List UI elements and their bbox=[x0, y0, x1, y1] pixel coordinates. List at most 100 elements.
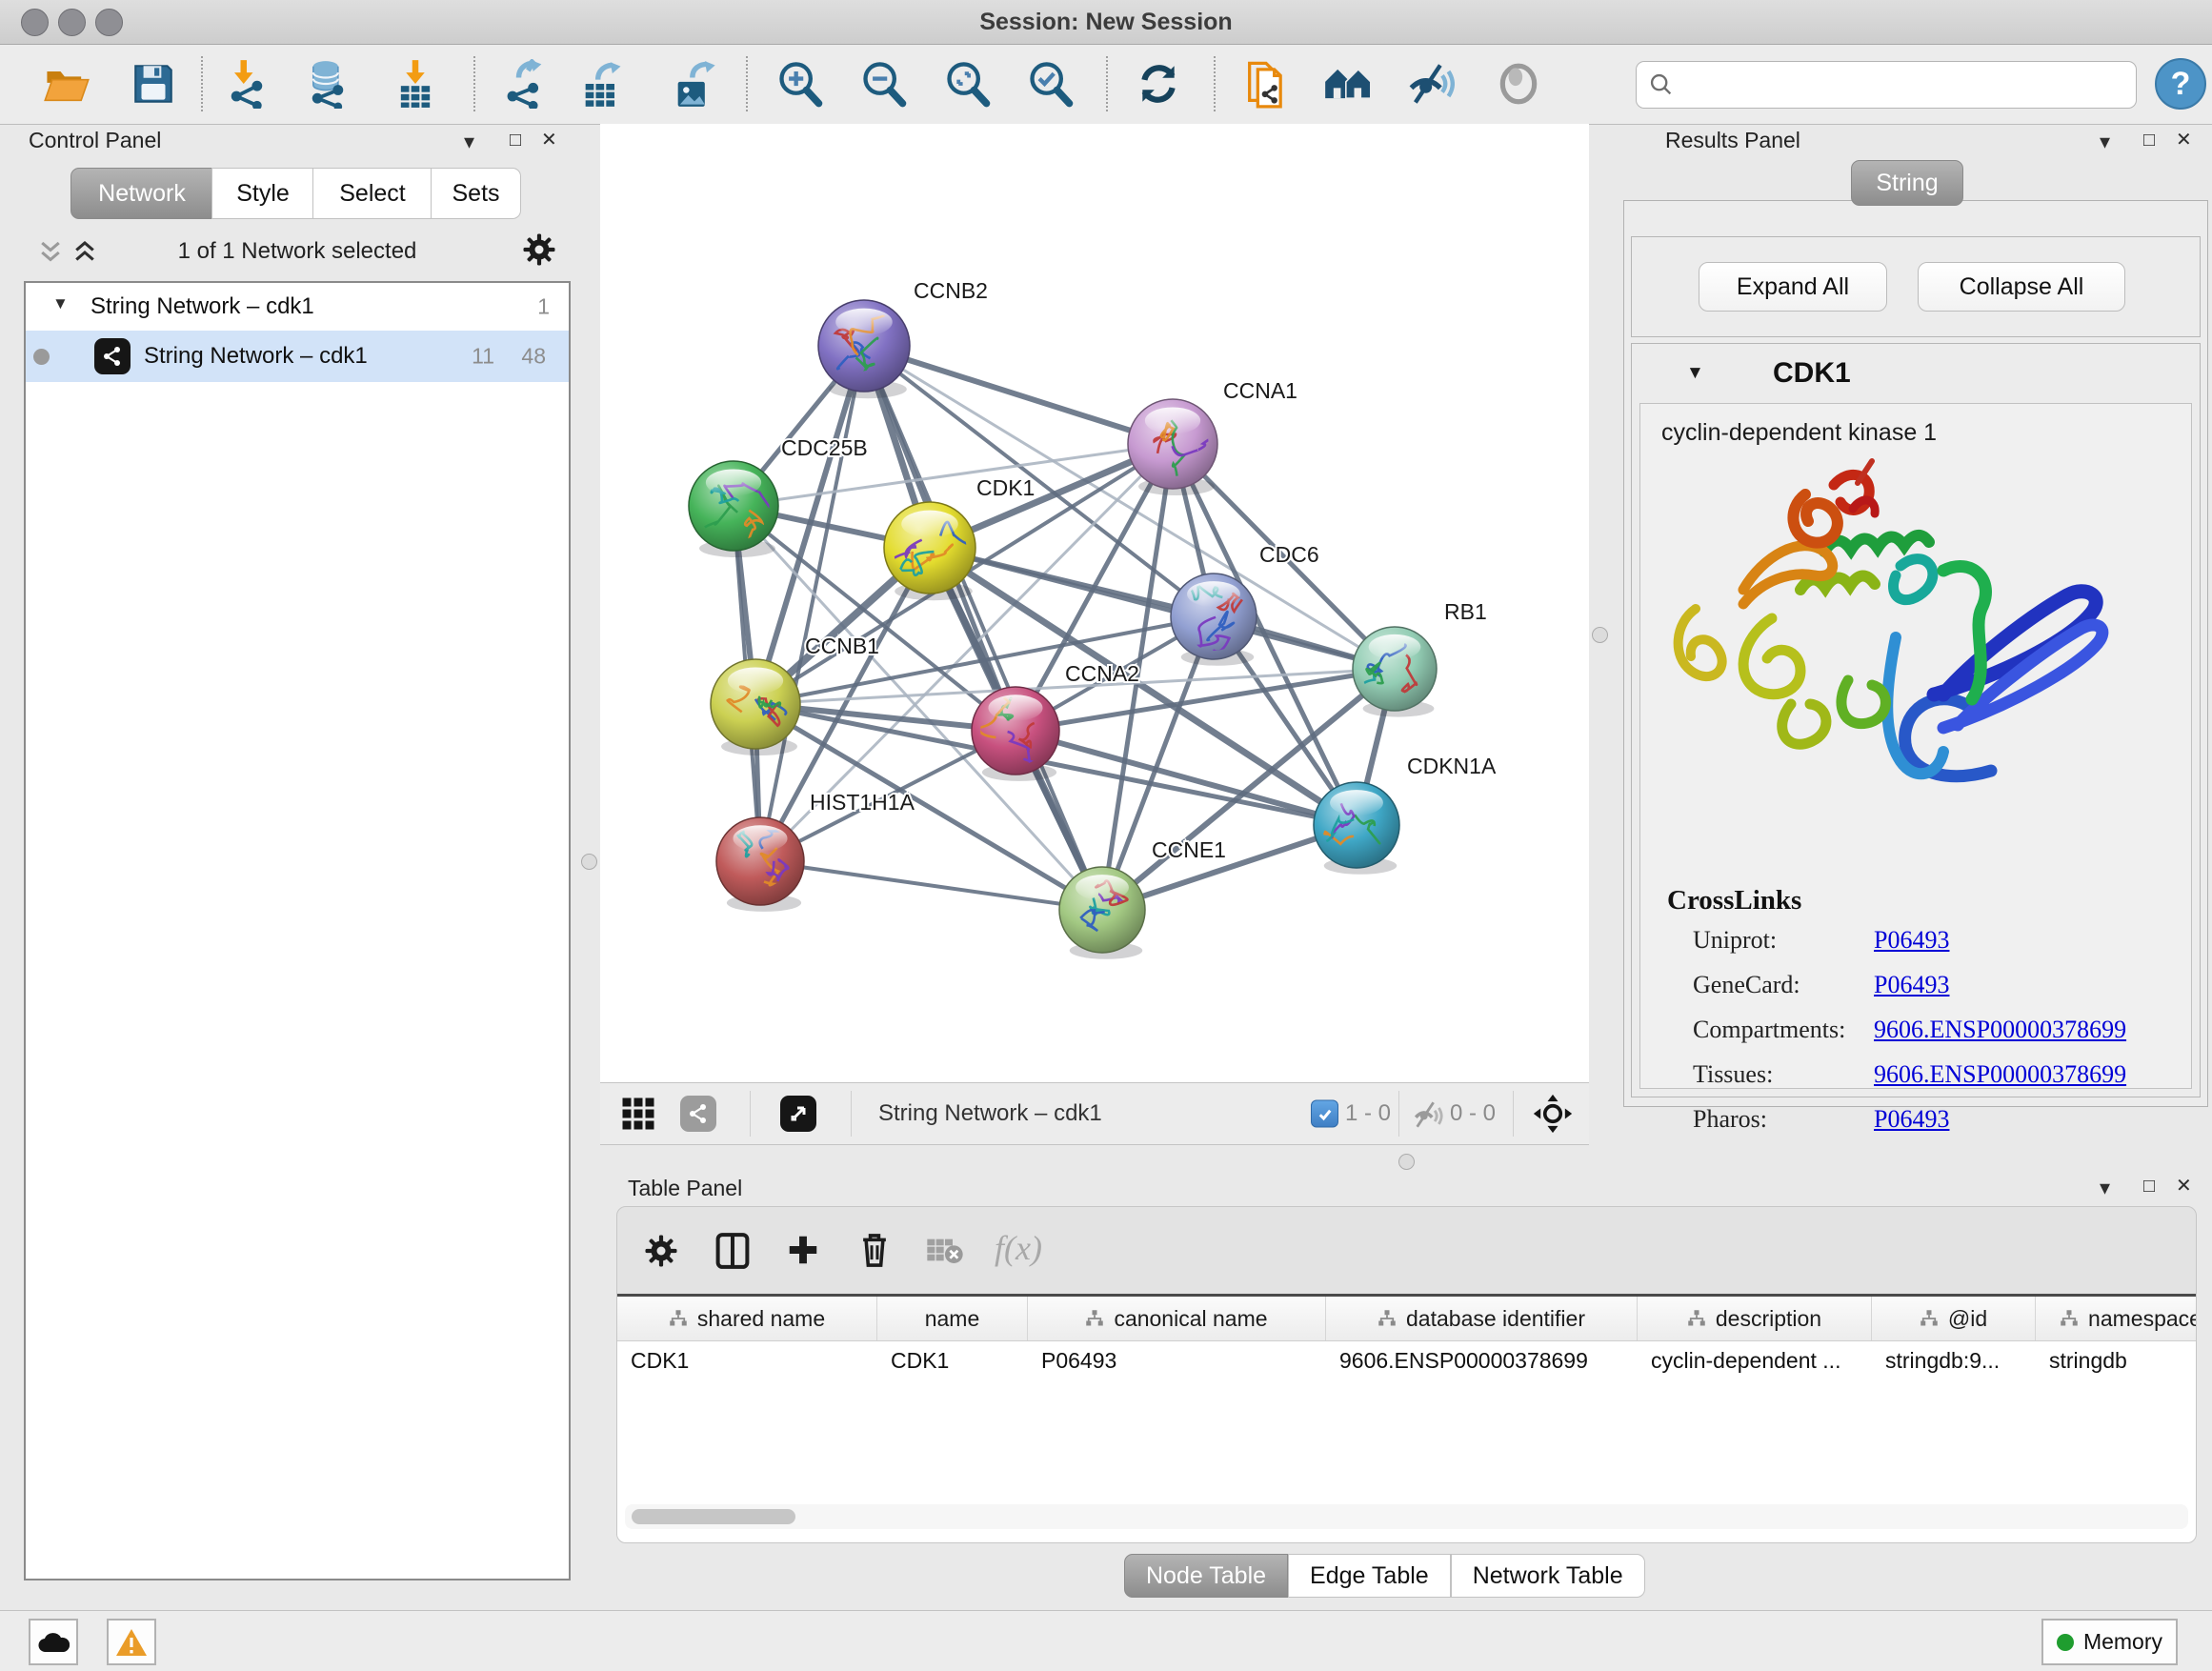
node-gloss bbox=[1145, 407, 1200, 433]
function-builder-button[interactable]: f(x) bbox=[995, 1228, 1042, 1268]
delete-columns-button[interactable] bbox=[857, 1230, 892, 1273]
export-image-button[interactable] bbox=[666, 52, 723, 115]
crosslink-link[interactable]: 9606.ENSP00000378699 bbox=[1874, 1016, 2126, 1044]
node-label: HIST1H1A bbox=[810, 790, 915, 815]
scrollbar-thumb[interactable] bbox=[632, 1509, 795, 1524]
column-header-canonical-name[interactable]: canonical name bbox=[1028, 1297, 1326, 1340]
table-cell[interactable]: 9606.ENSP00000378699 bbox=[1326, 1340, 1638, 1380]
table-tabs: Node Table Edge Table Network Table bbox=[1124, 1554, 1645, 1598]
string-document-button[interactable] bbox=[1237, 52, 1295, 115]
table-horizontal-scrollbar[interactable] bbox=[625, 1504, 2188, 1529]
create-column-button[interactable] bbox=[785, 1232, 821, 1273]
import-table-button[interactable] bbox=[387, 52, 444, 115]
expand-all-button[interactable]: Expand All bbox=[1699, 262, 1887, 312]
control-panel-title: Control Panel bbox=[29, 128, 161, 153]
table-panel-close-button[interactable]: ✕ bbox=[2176, 1177, 2192, 1196]
show-graphics-details-button[interactable] bbox=[1490, 52, 1547, 115]
tab-sets[interactable]: Sets bbox=[431, 168, 521, 219]
table-cell[interactable]: P06493 bbox=[1028, 1340, 1326, 1380]
cloud-icon bbox=[37, 1630, 70, 1655]
vertical-splitter-handle[interactable] bbox=[581, 854, 597, 870]
crosslink-label: Pharos: bbox=[1693, 1105, 1874, 1134]
table-cell[interactable]: CDK1 bbox=[617, 1340, 877, 1380]
refresh-button[interactable] bbox=[1130, 52, 1187, 115]
vertical-splitter-handle[interactable] bbox=[1592, 627, 1608, 643]
import-network-from-database-button[interactable] bbox=[299, 52, 356, 115]
table-cell[interactable]: cyclin-dependent ... bbox=[1638, 1340, 1872, 1380]
tab-edge-table[interactable]: Edge Table bbox=[1288, 1554, 1451, 1598]
search-field[interactable] bbox=[1636, 61, 2137, 109]
column-header-description[interactable]: description bbox=[1638, 1297, 1872, 1340]
crosslink-link[interactable]: P06493 bbox=[1874, 926, 1949, 955]
hide-unhide-button[interactable] bbox=[1401, 52, 1458, 115]
expander-icon[interactable]: ▼ bbox=[52, 294, 69, 313]
export-table-button[interactable] bbox=[573, 52, 631, 115]
crosslink-link[interactable]: P06493 bbox=[1874, 1105, 1949, 1134]
control-panel-float-menu[interactable]: ▾ bbox=[464, 131, 474, 152]
network-edge[interactable] bbox=[864, 346, 1173, 444]
network-list-options-button[interactable] bbox=[522, 232, 556, 272]
search-input[interactable] bbox=[1682, 70, 2124, 99]
collapse-all-button[interactable]: Collapse All bbox=[1918, 262, 2125, 312]
results-panel-float-button[interactable]: □ bbox=[2143, 131, 2155, 150]
toolbar-separator bbox=[1214, 56, 1216, 111]
home-button[interactable] bbox=[1319, 52, 1377, 115]
delete-table-button[interactable] bbox=[926, 1238, 964, 1271]
cloud-status-button[interactable] bbox=[29, 1619, 78, 1665]
column-header-database-identifier[interactable]: database identifier bbox=[1326, 1297, 1638, 1340]
network-edge[interactable] bbox=[760, 346, 864, 861]
warnings-button[interactable] bbox=[107, 1619, 156, 1665]
export-network-button[interactable] bbox=[496, 52, 553, 115]
zoom-out-button[interactable] bbox=[855, 52, 913, 115]
network-share-toggle[interactable] bbox=[680, 1096, 716, 1132]
collapse-all-networks-button[interactable] bbox=[36, 238, 65, 272]
table-cell[interactable]: stringdb:9... bbox=[1872, 1340, 2036, 1380]
network-canvas[interactable]: CCNB2CCNA1CDC25BCDK1CDC6RB1CCNB1CCNA2CDK… bbox=[600, 124, 1589, 1082]
entry-expander-icon[interactable]: ▼ bbox=[1686, 363, 1704, 384]
crosslink-link[interactable]: 9606.ENSP00000378699 bbox=[1874, 1060, 2126, 1089]
zoom-fit-button[interactable] bbox=[939, 52, 996, 115]
control-panel-float-button[interactable]: □ bbox=[510, 131, 521, 150]
table-cell[interactable]: stringdb bbox=[2036, 1340, 2197, 1380]
string-network-icon bbox=[94, 338, 131, 374]
entry-description: cyclin-dependent kinase 1 bbox=[1661, 419, 1937, 447]
results-panel-close-button[interactable]: ✕ bbox=[2176, 131, 2192, 150]
network-collection-row[interactable]: ▼ String Network – cdk1 1 bbox=[26, 283, 569, 331]
table-panel-float-button[interactable]: □ bbox=[2143, 1177, 2155, 1196]
selected-checkbox-icon[interactable] bbox=[1311, 1100, 1338, 1128]
table-panel-float-menu[interactable]: ▾ bbox=[2100, 1178, 2110, 1198]
crosslink-link[interactable]: P06493 bbox=[1874, 971, 1949, 999]
crosslink-row: Compartments:9606.ENSP00000378699 bbox=[1693, 1016, 2169, 1044]
fit-content-button[interactable] bbox=[1532, 1093, 1574, 1139]
results-panel-title: Results Panel bbox=[1665, 128, 1800, 153]
horizontal-splitter-handle[interactable] bbox=[1398, 1154, 1415, 1170]
import-network-button[interactable] bbox=[218, 52, 275, 115]
table-options-button[interactable] bbox=[644, 1234, 678, 1273]
show-columns-button[interactable] bbox=[714, 1232, 751, 1275]
memory-button[interactable]: Memory bbox=[2041, 1619, 2178, 1665]
column-header-namespace[interactable]: namespace bbox=[2036, 1297, 2197, 1340]
network-edge[interactable] bbox=[864, 346, 1102, 910]
tab-node-table[interactable]: Node Table bbox=[1124, 1554, 1288, 1598]
column-header--id[interactable]: @id bbox=[1872, 1297, 2036, 1340]
open-session-button[interactable] bbox=[38, 52, 95, 115]
network-edge[interactable] bbox=[760, 861, 1102, 910]
results-panel-float-menu[interactable]: ▾ bbox=[2100, 131, 2110, 152]
column-header-shared-name[interactable]: shared name bbox=[617, 1297, 877, 1340]
save-session-button[interactable] bbox=[125, 52, 182, 115]
network-row[interactable]: String Network – cdk1 11 48 bbox=[26, 331, 569, 382]
birds-eye-view-button[interactable] bbox=[621, 1097, 655, 1136]
table-cell[interactable]: CDK1 bbox=[877, 1340, 1028, 1380]
tab-string[interactable]: String bbox=[1851, 160, 1963, 206]
tab-network[interactable]: Network bbox=[70, 168, 213, 219]
zoom-selected-button[interactable] bbox=[1022, 52, 1079, 115]
control-panel-close-button[interactable]: ✕ bbox=[541, 131, 557, 150]
tab-style[interactable]: Style bbox=[211, 168, 314, 219]
tab-select[interactable]: Select bbox=[312, 168, 432, 219]
expand-all-networks-button[interactable] bbox=[70, 238, 99, 272]
column-header-name[interactable]: name bbox=[877, 1297, 1028, 1340]
tab-network-table[interactable]: Network Table bbox=[1451, 1554, 1645, 1598]
open-in-new-window-button[interactable] bbox=[780, 1096, 816, 1132]
zoom-in-button[interactable] bbox=[772, 52, 829, 115]
help-button[interactable]: ? bbox=[2155, 58, 2206, 110]
